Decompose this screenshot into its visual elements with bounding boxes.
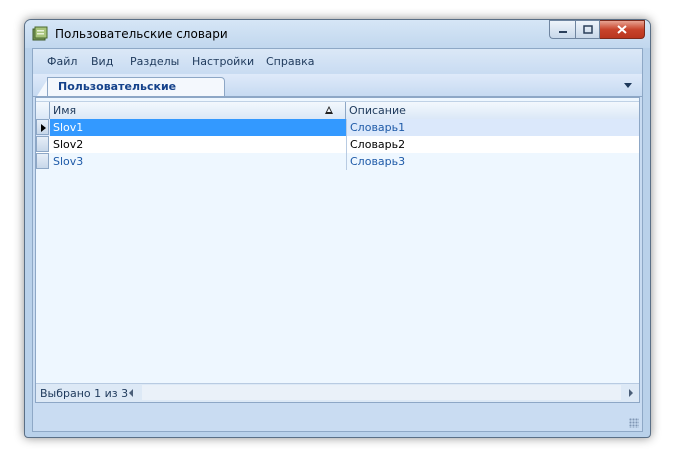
column-header-description-label: Описание	[349, 104, 406, 117]
maximize-icon	[582, 25, 593, 34]
menu-file[interactable]: Файл	[47, 55, 77, 68]
sort-ascending-icon	[325, 106, 333, 114]
close-button[interactable]	[600, 20, 645, 39]
horizontal-scrollbar[interactable]	[142, 385, 621, 400]
tab-strip: Пользовательские словари	[33, 74, 642, 106]
current-row-arrow-icon	[41, 124, 46, 132]
column-header-description[interactable]: Описание	[346, 102, 639, 119]
menu-settings[interactable]: Настройки	[192, 55, 254, 68]
resize-grip-icon[interactable]	[629, 418, 639, 428]
column-header-name[interactable]: Имя	[50, 102, 346, 119]
cell-name[interactable]: Slov1	[50, 119, 346, 136]
scroll-right-icon[interactable]	[629, 389, 633, 397]
chevron-down-icon[interactable]	[624, 83, 632, 88]
menu-bar: Файл Вид Разделы Настройки Справка	[33, 49, 642, 73]
row-indicator[interactable]	[36, 153, 49, 169]
dictionary-app-icon	[32, 26, 48, 41]
menu-help[interactable]: Справка	[266, 55, 314, 68]
title-bar[interactable]: Пользовательские словари	[25, 20, 650, 48]
row-indicator[interactable]	[36, 136, 49, 152]
selection-count: Выбрано 1 из 3	[40, 387, 129, 400]
menu-view[interactable]: Вид	[91, 55, 113, 68]
minimize-button[interactable]	[549, 20, 575, 39]
table-row[interactable]: Slov2 Словарь2	[36, 136, 639, 153]
column-header-name-label: Имя	[53, 104, 77, 117]
cell-name[interactable]: Slov3	[50, 153, 346, 170]
grid-status-bar: Выбрано 1 из 3	[36, 383, 639, 402]
app-window: Пользовательские словари Файл Вид Раздел…	[24, 19, 651, 438]
cell-description[interactable]: Словарь1	[346, 119, 639, 136]
cell-name[interactable]: Slov2	[50, 136, 346, 153]
cell-description[interactable]: Словарь3	[346, 153, 639, 170]
tab-user-dictionaries[interactable]: Пользовательские словари	[47, 77, 225, 106]
scroll-left-icon[interactable]	[129, 389, 133, 397]
window-title: Пользовательские словари	[55, 27, 228, 41]
grid-header: Имя Описание	[36, 101, 639, 120]
header-indicator	[36, 102, 50, 119]
maximize-button[interactable]	[575, 20, 600, 39]
table-row[interactable]: Slov1 Словарь1	[36, 119, 639, 136]
table-row[interactable]: Slov3 Словарь3	[36, 153, 639, 170]
dictionaries-grid: Имя Описание Slov1 Словарь1 Slov2 Словар…	[35, 97, 640, 403]
close-icon	[617, 25, 627, 34]
minimize-icon	[558, 30, 567, 33]
client-area: Файл Вид Разделы Настройки Справка Польз…	[32, 48, 643, 432]
cell-description[interactable]: Словарь2	[346, 136, 639, 153]
status-bar	[33, 406, 642, 431]
menu-sections[interactable]: Разделы	[130, 55, 179, 68]
row-indicator[interactable]	[36, 119, 49, 135]
